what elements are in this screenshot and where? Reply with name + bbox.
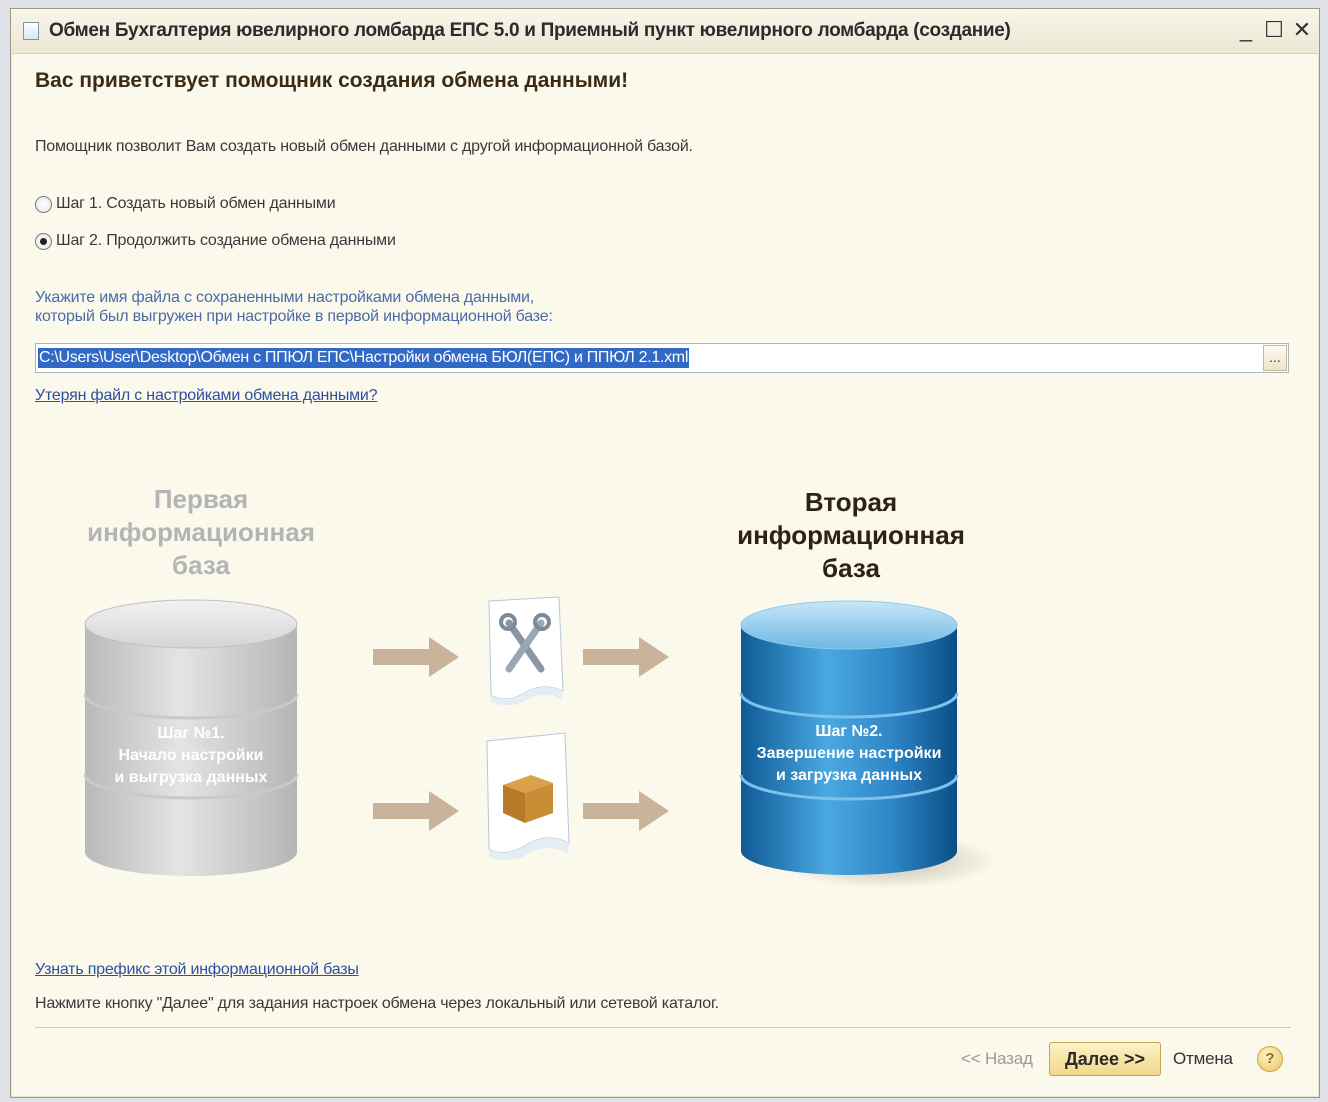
- arrow-right-icon: [373, 791, 459, 831]
- intro-text: Помощник позволит Вам создать новый обме…: [35, 138, 693, 155]
- first-step-text: Шаг №1. Начало настройки и выгрузка данн…: [71, 723, 311, 789]
- window-title: Обмен Бухгалтерия ювелирного ломбарда ЕП…: [49, 20, 1011, 41]
- file-hint-line2: который был выгружен при настройке в пер…: [35, 308, 553, 325]
- first-step-line3: и выгрузка данных: [114, 769, 268, 786]
- arrow-right-icon: [373, 637, 459, 677]
- minimize-button[interactable]: _: [1233, 17, 1259, 43]
- step1-radio[interactable]: [35, 195, 52, 213]
- prefix-link[interactable]: Узнать префикс этой информационной базы: [35, 961, 359, 979]
- document-icon: [23, 22, 39, 40]
- step1-label: Шаг 1. Создать новый обмен данными: [56, 195, 336, 212]
- wizard-window: Обмен Бухгалтерия ювелирного ломбарда ЕП…: [10, 8, 1320, 1098]
- lost-file-link[interactable]: Утерян файл с настройками обмена данными…: [35, 387, 378, 405]
- step2-radio[interactable]: [35, 232, 52, 250]
- first-db-label-line1: Первая: [153, 484, 249, 514]
- close-button[interactable]: ✕: [1289, 17, 1315, 43]
- title-bar[interactable]: Обмен Бухгалтерия ювелирного ломбарда ЕП…: [11, 9, 1319, 54]
- file-hint: Укажите имя файла с сохраненными настрой…: [35, 288, 553, 326]
- first-step-line1: Шаг №1.: [157, 725, 225, 742]
- second-db-label-line1: Вторая: [804, 487, 898, 517]
- file-hint-line1: Укажите имя файла с сохраненными настрой…: [35, 289, 534, 306]
- settings-document-icon: [488, 596, 564, 705]
- second-db-label: Вторая информационная база: [701, 486, 1001, 585]
- first-db-label: Первая информационная база: [51, 483, 351, 582]
- second-step-line1: Шаг №2.: [815, 723, 883, 740]
- help-button[interactable]: ?: [1257, 1046, 1283, 1072]
- second-db-label-line3: база: [822, 553, 880, 583]
- settings-file-input[interactable]: C:\Users\User\Desktop\Обмен с ППЮЛ ЕПС\Н…: [38, 348, 690, 368]
- cancel-button[interactable]: Отмена: [1173, 1049, 1233, 1069]
- first-db-label-line2: информационная: [87, 517, 315, 547]
- settings-file-field[interactable]: C:\Users\User\Desktop\Обмен с ППЮЛ ЕПС\Н…: [35, 343, 1289, 373]
- second-step-text: Шаг №2. Завершение настройки и загрузка …: [727, 721, 971, 787]
- second-step-line3: и загрузка данных: [775, 767, 923, 784]
- first-db-label-line3: база: [172, 550, 230, 580]
- back-button[interactable]: << Назад: [961, 1049, 1033, 1069]
- arrow-right-icon: [583, 637, 669, 677]
- divider: [35, 1027, 1291, 1028]
- first-step-line2: Начало настройки: [118, 747, 264, 764]
- data-package-document-icon: [486, 732, 570, 860]
- footer-instruction: Нажмите кнопку "Далее" для задания настр…: [35, 995, 719, 1012]
- page-title: Вас приветствует помощник создания обмен…: [35, 69, 629, 92]
- second-db-label-line2: информационная: [737, 520, 965, 550]
- step2-option[interactable]: Шаг 2. Продолжить создание обмена данным…: [35, 232, 396, 250]
- step2-label: Шаг 2. Продолжить создание обмена данным…: [56, 232, 396, 249]
- second-step-line2: Завершение настройки: [756, 745, 942, 762]
- browse-button[interactable]: ...: [1263, 345, 1287, 371]
- step1-option[interactable]: Шаг 1. Создать новый обмен данными: [35, 195, 336, 213]
- next-button[interactable]: Далее >>: [1049, 1042, 1161, 1076]
- maximize-button[interactable]: ☐: [1261, 17, 1287, 43]
- arrow-right-icon: [583, 791, 669, 831]
